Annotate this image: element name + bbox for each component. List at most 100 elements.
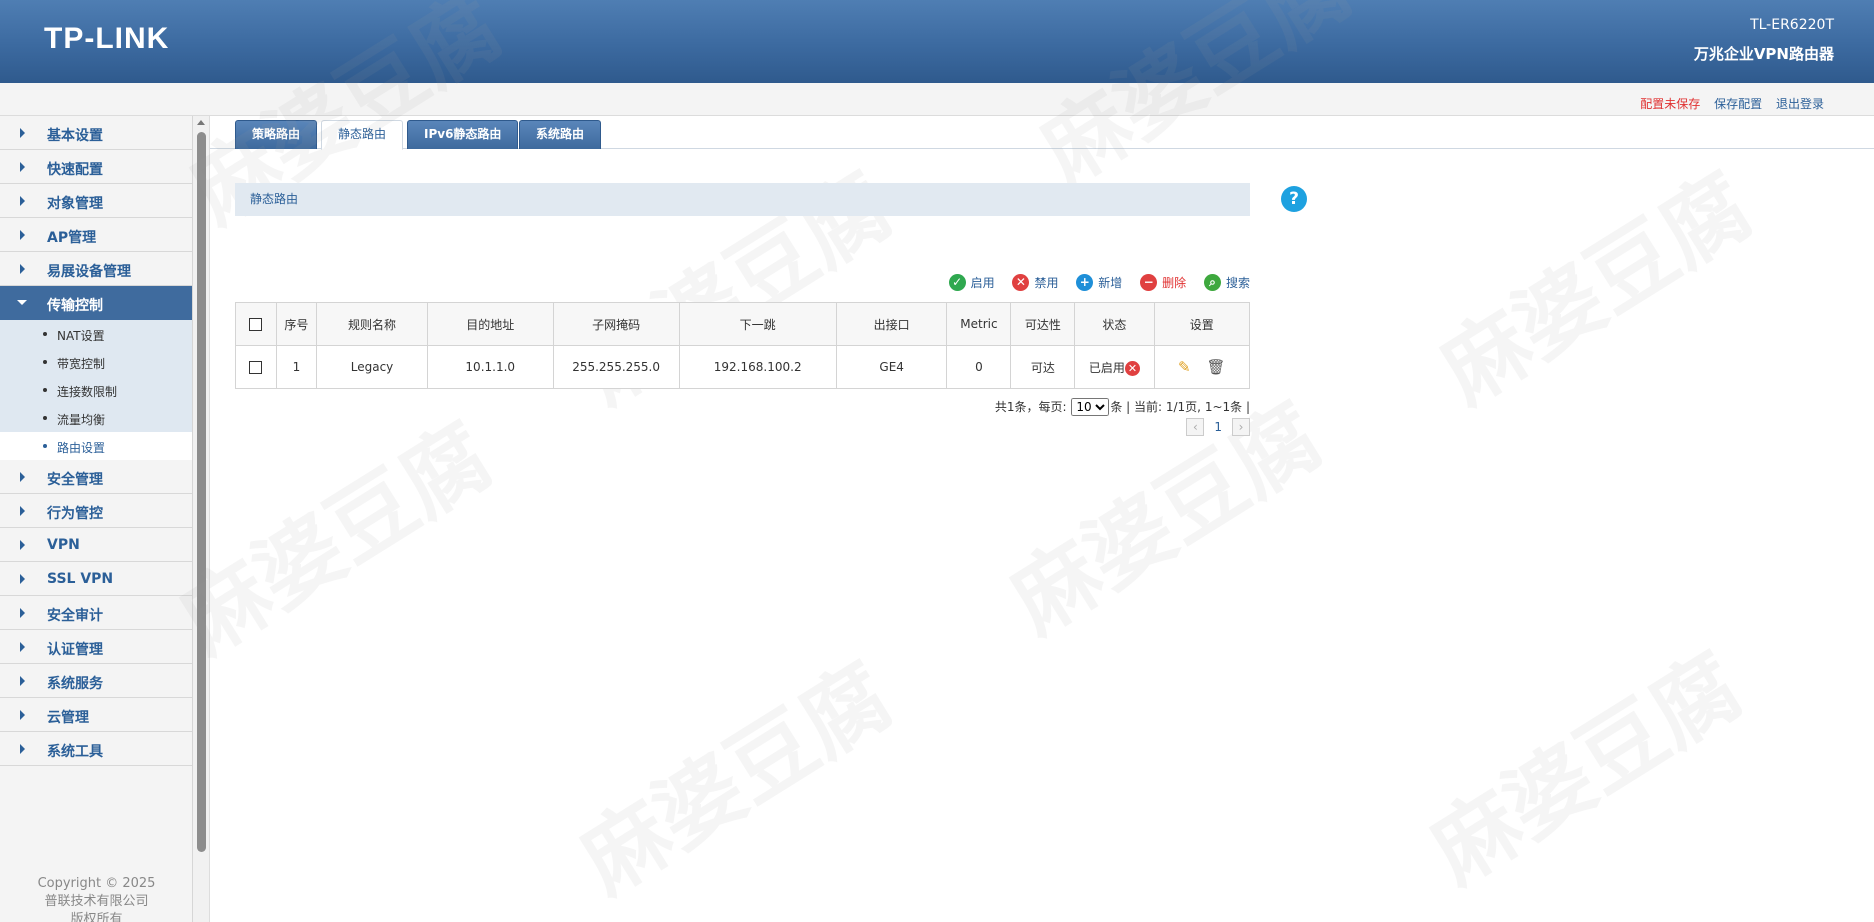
save-config-link[interactable]: 保存配置: [1714, 97, 1762, 111]
help-icon[interactable]: ?: [1281, 186, 1307, 212]
menu-behavior-control[interactable]: 行为管控: [0, 494, 192, 528]
edit-icon[interactable]: ✎: [1178, 358, 1191, 376]
col-settings: 设置: [1153, 302, 1250, 346]
pagination-controls: ‹ 1 ›: [1100, 418, 1250, 436]
bullet-icon: [43, 332, 47, 336]
enable-button[interactable]: ✓ 启用: [948, 274, 995, 291]
submenu-nat-settings[interactable]: NAT设置: [0, 320, 192, 348]
caret-right-icon: [20, 540, 25, 550]
tab-system-routing[interactable]: 系统路由: [519, 120, 602, 149]
bullet-icon: [43, 360, 47, 364]
col-rule-name: 规则名称: [316, 302, 428, 346]
search-button[interactable]: ⌕ 搜索: [1203, 274, 1250, 291]
minus-icon: −: [1140, 274, 1158, 291]
menu-security-management[interactable]: 安全管理: [0, 460, 192, 494]
submenu-routing-settings[interactable]: 路由设置: [0, 432, 192, 460]
menu-security-audit[interactable]: 安全审计: [0, 596, 192, 630]
menu-object-management[interactable]: 对象管理: [0, 184, 192, 218]
tab-static-routing[interactable]: 静态路由: [321, 120, 404, 150]
disable-toggle-icon[interactable]: ✕: [1124, 360, 1140, 376]
caret-right-icon: [20, 744, 25, 754]
caret-right-icon: [20, 128, 25, 138]
col-next-hop: 下一跳: [678, 302, 837, 346]
page-number[interactable]: 1: [1214, 420, 1222, 434]
table-header-row: 序号 规则名称 目的地址 子网掩码 下一跳 出接口 Metric 可达性 状态 …: [235, 302, 1250, 346]
total-count-label: 共1条，每页:: [994, 400, 1067, 414]
top-action-bar: 配置未保存 保存配置 退出登录: [0, 83, 1874, 116]
submenu-connection-limit[interactable]: 连接数限制: [0, 376, 192, 404]
static-routes-table: 序号 规则名称 目的地址 子网掩码 下一跳 出接口 Metric 可达性 状态 …: [235, 302, 1250, 389]
device-description: 万兆企业VPN路由器: [1693, 45, 1834, 63]
menu-ap-management[interactable]: AP管理: [0, 218, 192, 252]
scroll-up-arrow-icon[interactable]: [197, 120, 205, 125]
col-destination: 目的地址: [426, 302, 554, 346]
pagination-info: 共1条，每页: 10 条 | 当前: 1/1页, 1~1条 |: [850, 398, 1250, 416]
menu-auth-management[interactable]: 认证管理: [0, 630, 192, 664]
menu-system-services[interactable]: 系统服务: [0, 664, 192, 698]
caret-right-icon: [20, 642, 25, 652]
cell-index: 1: [275, 345, 318, 389]
sidebar-scrollbar[interactable]: [193, 116, 210, 922]
tab-ipv6-static-routing[interactable]: IPv6静态路由: [407, 120, 519, 149]
menu-system-tools[interactable]: 系统工具: [0, 732, 192, 766]
menu-basic-settings[interactable]: 基本设置: [0, 116, 192, 150]
submenu-load-balancing[interactable]: 流量均衡: [0, 404, 192, 432]
watermark: 麻婆豆腐: [1424, 156, 1769, 424]
scrollbar-thumb[interactable]: [197, 132, 206, 852]
page-size-select[interactable]: 10: [1071, 398, 1110, 416]
menu-cloud-management[interactable]: 云管理: [0, 698, 192, 732]
menu-transmission-control[interactable]: 传输控制: [0, 286, 192, 320]
cell-rule-name: Legacy: [316, 345, 428, 389]
bullet-icon: [43, 388, 47, 392]
cell-interface: GE4: [835, 345, 948, 389]
status-text: 已启用: [1088, 360, 1125, 375]
cell-settings: ✎ 🗑: [1153, 345, 1250, 389]
caret-right-icon: [20, 574, 25, 584]
table-row: 1 Legacy 10.1.1.0 255.255.255.0 192.168.…: [235, 345, 1250, 389]
col-interface: 出接口: [835, 302, 948, 346]
cell-next-hop: 192.168.100.2: [678, 345, 837, 389]
device-model: TL-ER6220T: [1750, 17, 1834, 33]
config-unsaved-link[interactable]: 配置未保存: [1640, 97, 1700, 111]
cell-subnet-mask: 255.255.255.0: [552, 345, 680, 389]
header: TP-LINK TL-ER6220T 万兆企业VPN路由器: [0, 0, 1874, 83]
close-icon: ✕: [1012, 274, 1030, 291]
prev-page-icon[interactable]: ‹: [1186, 418, 1205, 436]
copyright: Copyright © 2025 普联技术有限公司 版权所有: [37, 876, 156, 922]
caret-right-icon: [20, 196, 25, 206]
logout-link[interactable]: 退出登录: [1776, 97, 1824, 111]
caret-right-icon: [20, 472, 25, 482]
watermark: 麻婆豆腐: [564, 646, 909, 914]
select-all-checkbox[interactable]: [249, 318, 263, 331]
col-status: 状态: [1074, 302, 1155, 346]
col-subnet-mask: 子网掩码: [552, 302, 680, 346]
caret-right-icon: [20, 264, 25, 274]
sidebar-menu: 基本设置 快速配置 对象管理 AP管理 易展设备管理 传输控制 NAT设置 带宽…: [0, 116, 193, 922]
disable-button[interactable]: ✕ 禁用: [1012, 274, 1058, 291]
row-checkbox[interactable]: [249, 361, 263, 374]
cell-metric: 0: [946, 345, 1012, 389]
tp-link-logo: TP-LINK: [44, 22, 170, 55]
menu-quick-config[interactable]: 快速配置: [0, 150, 192, 184]
menu-easy-device-management[interactable]: 易展设备管理: [0, 252, 192, 286]
trash-icon[interactable]: 🗑: [1207, 358, 1226, 376]
submenu-bandwidth-control[interactable]: 带宽控制: [0, 348, 192, 376]
row-select-cell: [235, 345, 277, 389]
select-all-cell: [235, 302, 277, 346]
caret-right-icon: [20, 230, 25, 240]
plus-icon: +: [1076, 274, 1094, 291]
tab-policy-routing[interactable]: 策略路由: [235, 120, 318, 149]
next-page-icon[interactable]: ›: [1232, 418, 1250, 436]
delete-button[interactable]: − 删除: [1140, 274, 1186, 291]
caret-right-icon: [20, 710, 25, 720]
add-button[interactable]: + 新增: [1076, 274, 1122, 291]
bullet-icon: [43, 444, 47, 448]
col-index: 序号: [275, 302, 318, 346]
menu-vpn[interactable]: VPN: [0, 528, 192, 562]
check-icon: ✓: [948, 274, 966, 291]
caret-right-icon: [20, 608, 25, 618]
caret-right-icon: [20, 162, 25, 172]
cell-reachability: 可达: [1010, 345, 1076, 389]
cell-status: 已启用 ✕: [1074, 345, 1155, 389]
menu-ssl-vpn[interactable]: SSL VPN: [0, 562, 192, 596]
